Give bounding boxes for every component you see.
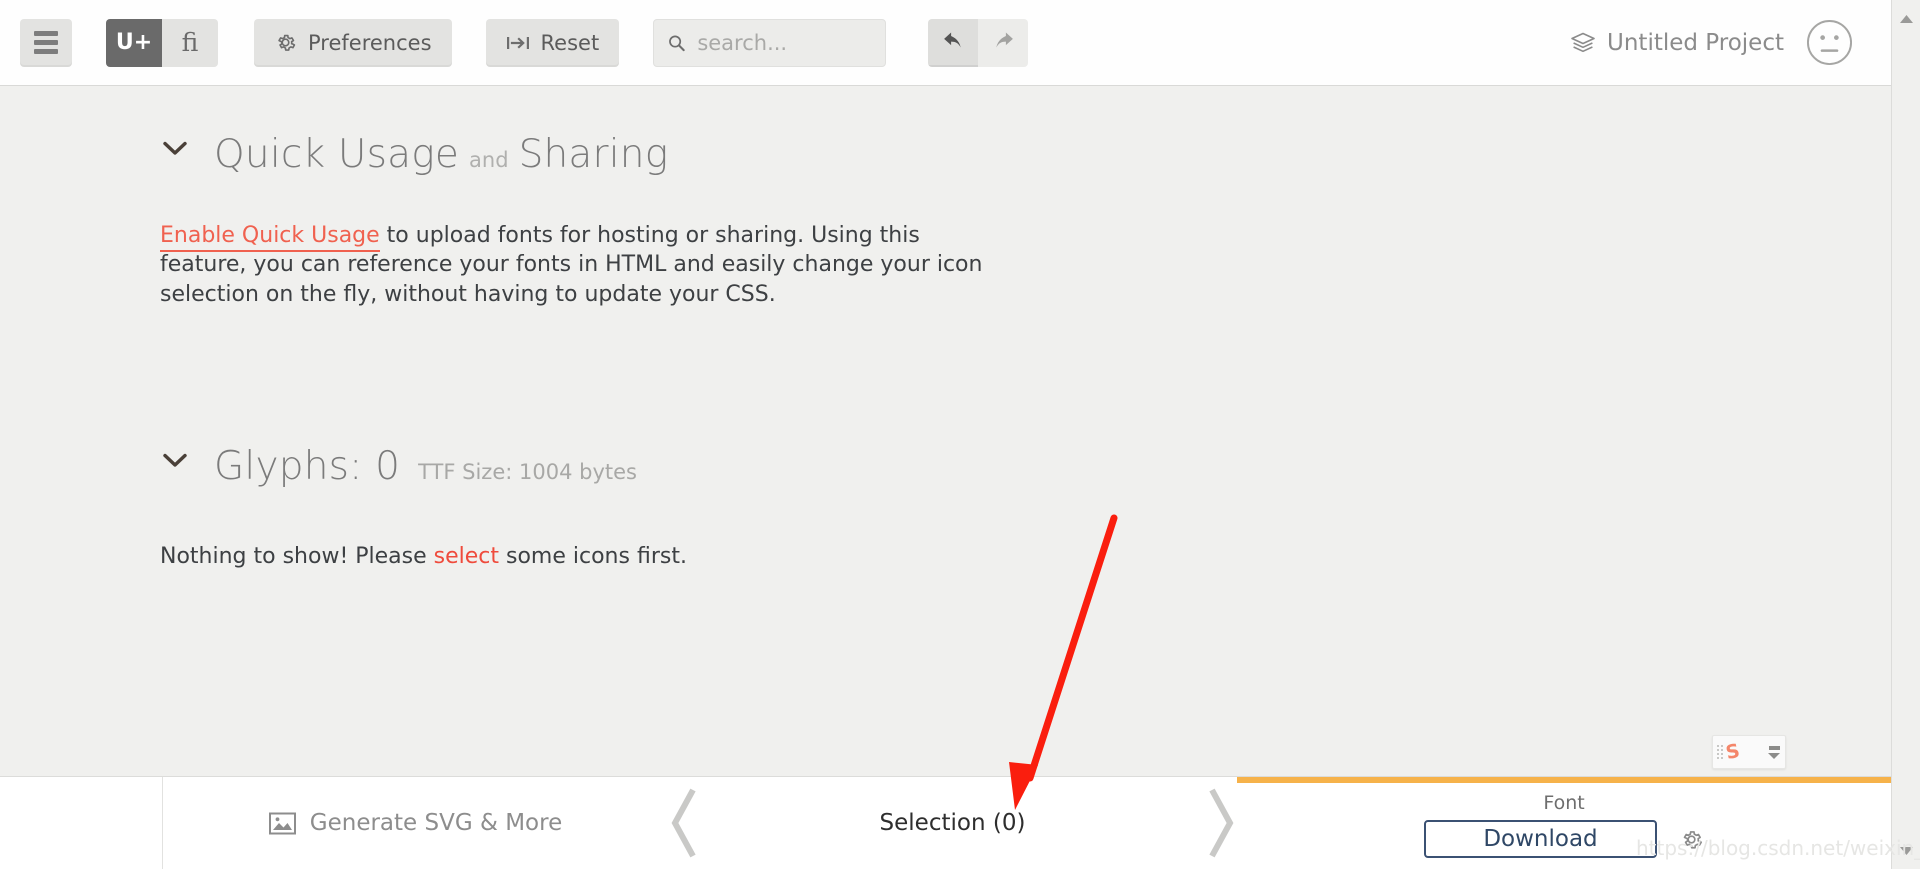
redo-arrow-icon <box>996 32 1013 48</box>
toolbar-left-group: U+ fi Preferences Reset <box>0 18 1029 67</box>
top-toolbar: U+ fi Preferences Reset search... Untitl… <box>0 0 1891 86</box>
preferences-button[interactable]: Preferences <box>254 18 452 67</box>
toolbar-right-group: Untitled Project <box>1570 19 1891 66</box>
avatar[interactable] <box>1806 19 1853 66</box>
undo-redo-group <box>928 18 1029 67</box>
preferences-label: Preferences <box>308 30 432 55</box>
ime-bar-icon <box>1768 745 1780 750</box>
project-title-label: Untitled Project <box>1607 29 1784 56</box>
layers-icon <box>1571 32 1595 52</box>
tab-separator-right <box>1205 777 1237 869</box>
search-input[interactable] <box>697 30 872 55</box>
ime-controls[interactable] <box>1768 745 1780 759</box>
tab-generate-svg[interactable]: Generate SVG & More <box>163 777 668 869</box>
undo-arrow-icon <box>943 32 961 48</box>
image-icon <box>268 812 296 834</box>
chevron-down-icon[interactable] <box>160 133 190 163</box>
scroll-up-arrow-icon <box>1900 14 1913 23</box>
main-content: Quick Usage and Sharing Enable Quick Usa… <box>0 86 1891 776</box>
font-accent-bar <box>1237 777 1891 783</box>
ime-caret-icon <box>1768 752 1780 759</box>
font-panel-label: Font <box>1543 792 1585 814</box>
hamburger-icon <box>34 31 58 54</box>
redo-button[interactable] <box>978 18 1029 67</box>
footer-left-spacer <box>0 777 163 869</box>
glyphs-empty-message: Nothing to show! Please select some icon… <box>0 544 1891 569</box>
tab-separator-left <box>668 777 700 869</box>
reset-label: Reset <box>540 30 600 55</box>
glyphs-empty-suffix: some icons first. <box>499 543 687 569</box>
ime-drag-handle-icon[interactable] <box>1717 745 1723 759</box>
download-button[interactable]: Download <box>1424 820 1657 858</box>
font-panel-row: Download <box>1424 820 1704 858</box>
tab-selection-label: Selection (0) <box>879 810 1026 836</box>
glyphs-title: Glyphs: 0 <box>214 443 401 489</box>
ime-logo-icon[interactable]: S <box>1724 740 1742 764</box>
glyph-mode-toggle-group: U+ fi <box>106 18 218 67</box>
project-title[interactable]: Untitled Project <box>1570 30 1784 56</box>
scrollbar-down-button[interactable] <box>1892 836 1920 865</box>
chevron-left-icon <box>671 788 696 858</box>
tab-generate-svg-label: Generate SVG & More <box>309 810 563 836</box>
chevron-down-icon[interactable] <box>160 445 190 475</box>
page-scrollbar[interactable] <box>1891 0 1920 869</box>
bottom-bar: Generate SVG & More Selection (0) Font D… <box>0 776 1891 869</box>
scrollbar-up-button[interactable] <box>1892 4 1920 33</box>
tab-selection[interactable]: Selection (0) <box>700 777 1205 869</box>
sogou-ime-widget[interactable]: S <box>1712 735 1786 769</box>
search-box[interactable] <box>653 18 887 67</box>
download-button-label: Download <box>1483 826 1598 852</box>
ligature-mode-button[interactable]: fi <box>162 18 218 67</box>
unicode-mode-label: U+ <box>115 30 153 55</box>
quick-usage-conjunction: and <box>469 148 509 172</box>
scroll-down-arrow-icon <box>1900 846 1913 855</box>
ligature-mode-label: fi <box>181 28 199 57</box>
sharing-title: Sharing <box>518 132 669 177</box>
ttf-size-label: TTF Size: 1004 bytes <box>418 459 637 484</box>
quick-usage-title: Quick Usage <box>214 132 460 177</box>
reset-button[interactable]: Reset <box>485 18 620 67</box>
app-root: U+ fi Preferences Reset search... Untitl… <box>0 0 1920 869</box>
select-icons-link[interactable]: select <box>434 544 499 569</box>
search-icon <box>669 35 685 51</box>
font-download-panel: Font Download <box>1237 777 1891 869</box>
font-settings-button[interactable] <box>1679 827 1704 852</box>
unicode-mode-button[interactable]: U+ <box>106 18 162 67</box>
quick-usage-section-header[interactable]: Quick Usage and Sharing <box>0 132 1891 177</box>
quick-usage-paragraph: Enable Quick Usage to upload fonts for h… <box>0 221 1000 309</box>
chevron-right-icon <box>1209 788 1234 858</box>
glyphs-section-header[interactable]: Glyphs: 0 TTF Size: 1004 bytes <box>0 444 1891 489</box>
hamburger-menu-button[interactable] <box>20 18 72 67</box>
undo-button[interactable] <box>928 18 979 67</box>
gear-icon <box>1683 830 1703 849</box>
reset-icon <box>506 36 529 49</box>
gear-icon <box>278 34 296 51</box>
enable-quick-usage-link[interactable]: Enable Quick Usage <box>160 223 380 252</box>
glyphs-empty-prefix: Nothing to show! Please <box>160 543 434 569</box>
